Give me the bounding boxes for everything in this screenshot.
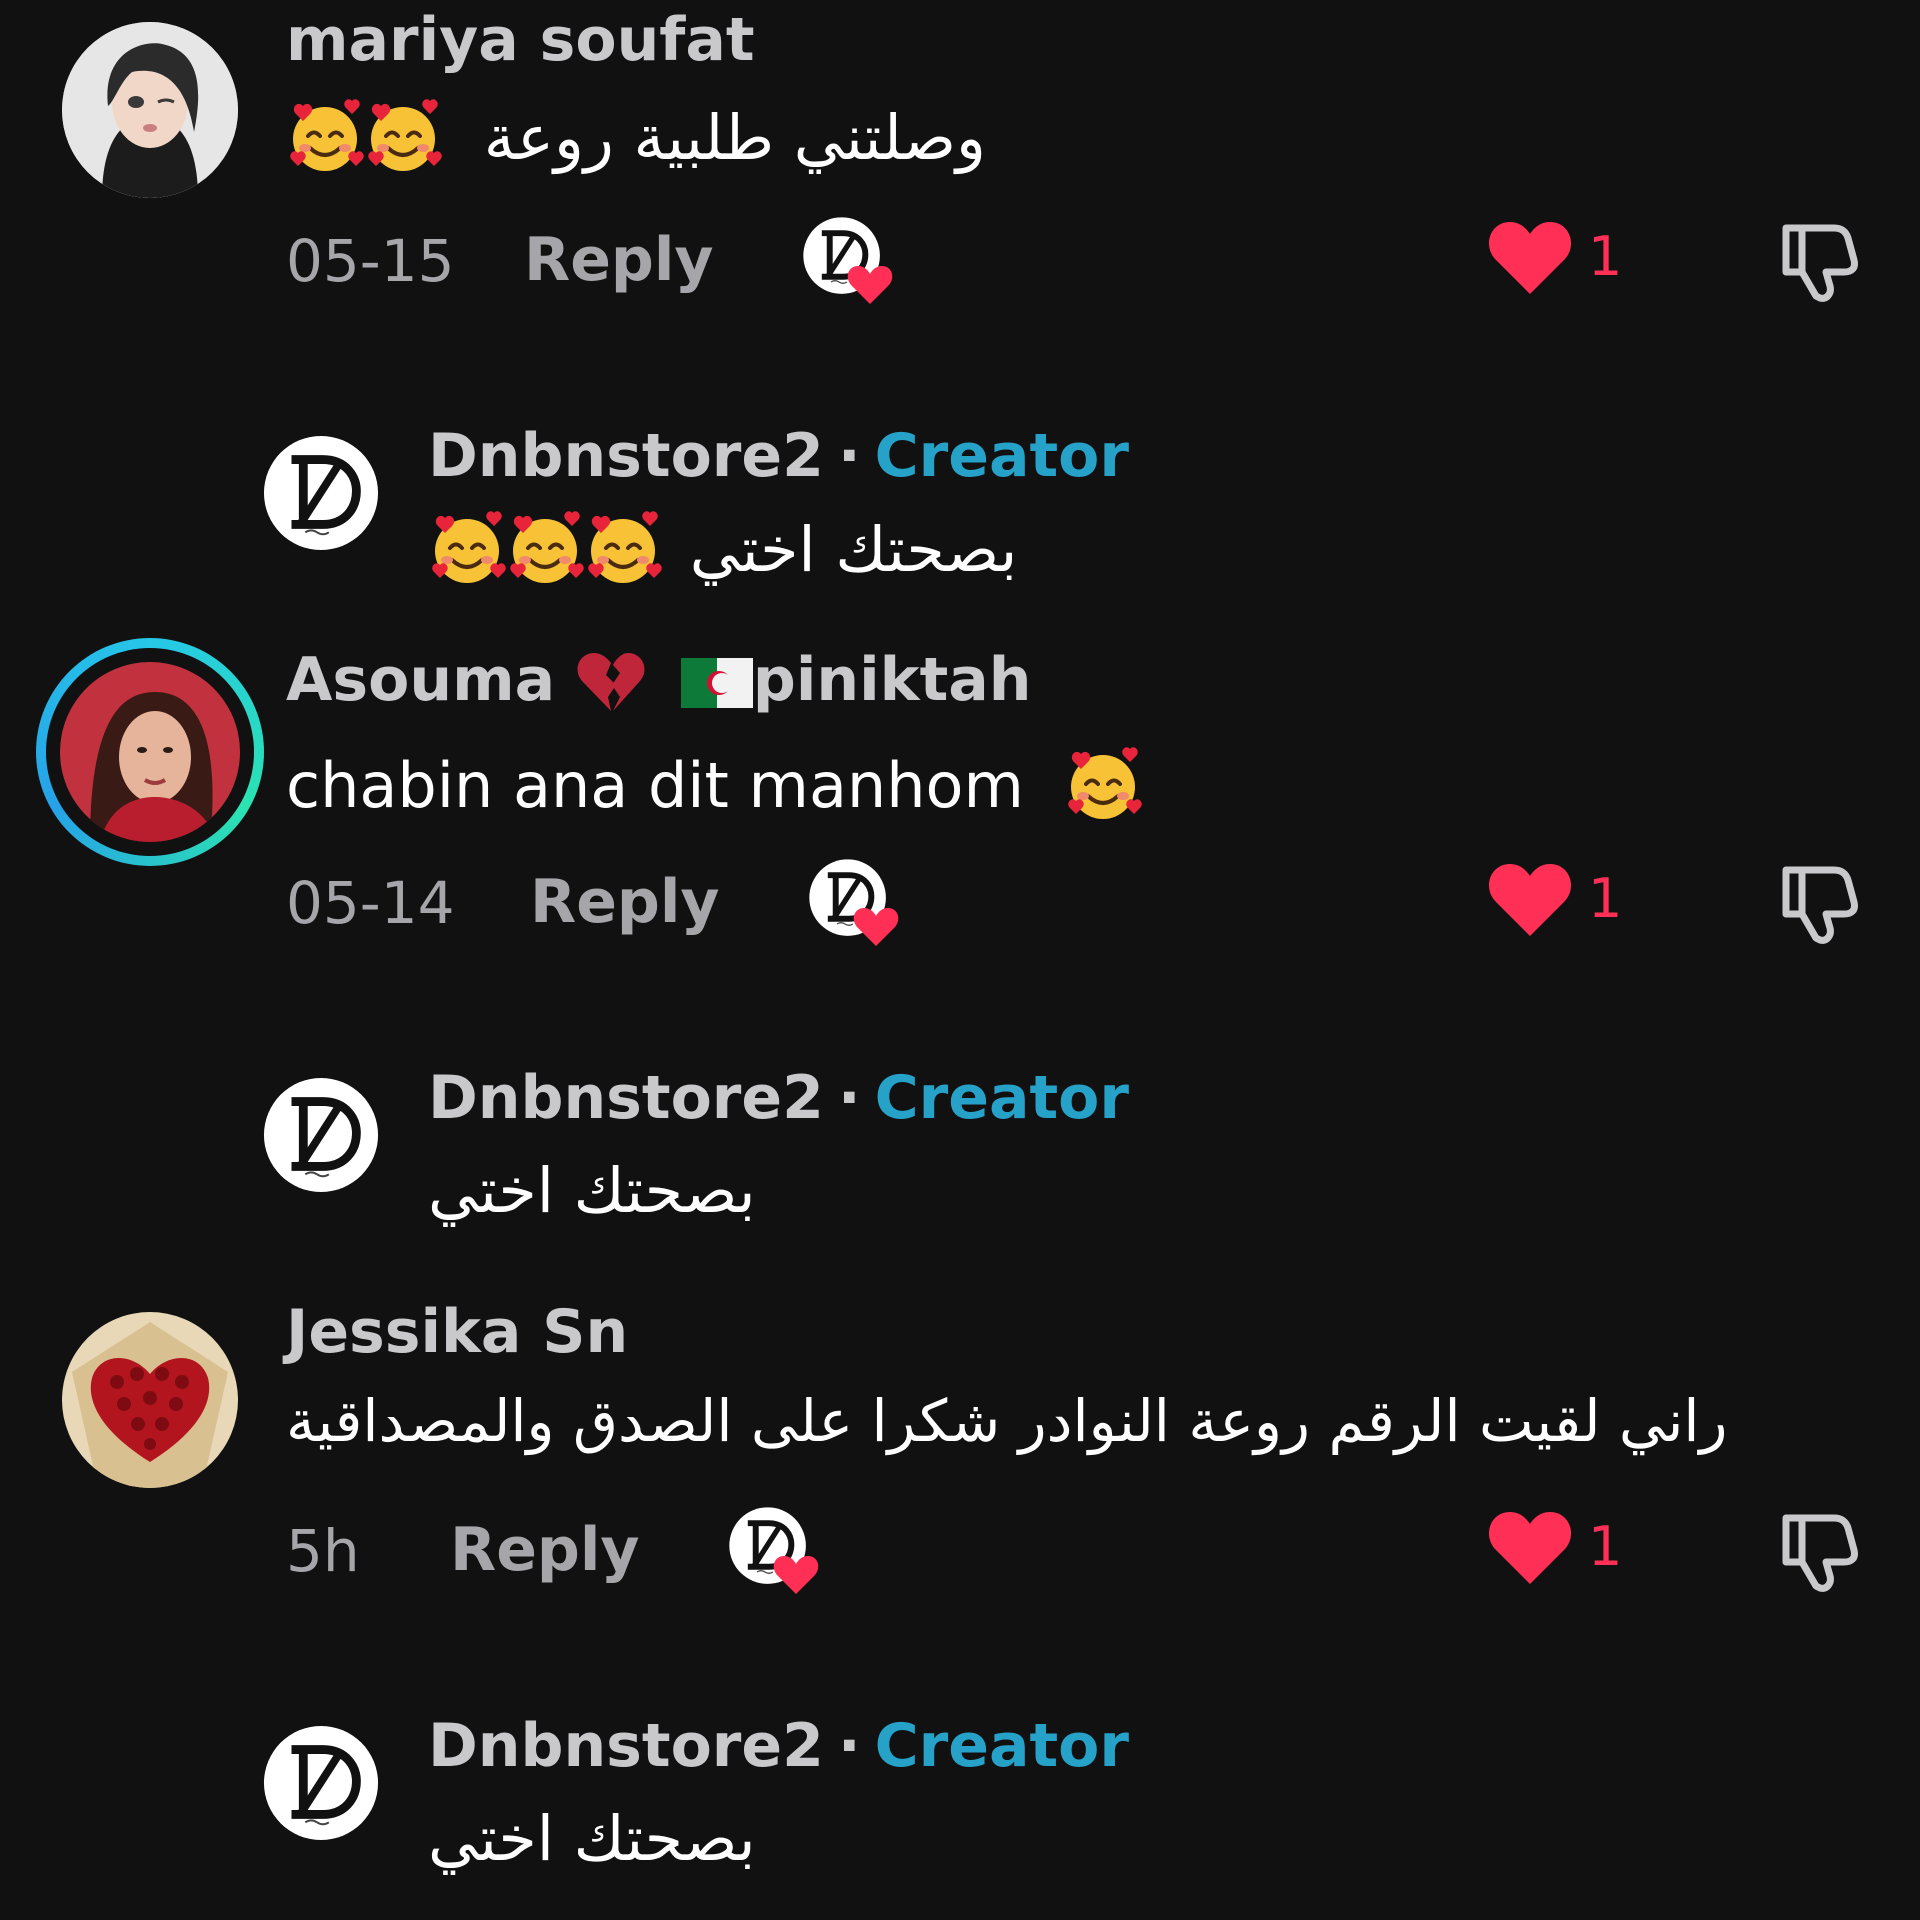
comment-date: 05-14 bbox=[286, 869, 455, 937]
username[interactable]: Asouma piniktah bbox=[286, 650, 1031, 715]
broken-heart-icon bbox=[576, 651, 646, 715]
comment-text-content: بصحتك اختي bbox=[428, 1802, 756, 1875]
username-text: Asouma bbox=[286, 645, 556, 715]
comment-text: راني لقيت الرقم روعة النوادر شكرا على ال… bbox=[286, 1387, 1728, 1455]
username[interactable]: Dnbnstore2 · Creator bbox=[428, 1716, 1129, 1776]
username[interactable]: Jessika Sn bbox=[286, 1302, 628, 1362]
creator-avatar[interactable] bbox=[262, 434, 380, 552]
separator-dot: · bbox=[837, 1063, 861, 1133]
heart-icon bbox=[1488, 220, 1572, 300]
username[interactable]: Dnbnstore2 · Creator bbox=[428, 426, 1129, 486]
username[interactable]: mariya soufat bbox=[286, 10, 755, 70]
creator-badge: Creator bbox=[874, 1063, 1129, 1133]
comment-text-content: بصحتك اختي bbox=[689, 513, 1018, 587]
username-text: Dnbnstore2 bbox=[428, 1711, 824, 1781]
creator-avatar[interactable] bbox=[262, 1076, 380, 1194]
like-button[interactable]: 1 bbox=[1488, 1510, 1628, 1590]
comment-text-content: chabin ana dit manhom bbox=[286, 749, 1024, 823]
comment-date: 05-15 bbox=[286, 227, 455, 295]
avatar bbox=[60, 662, 240, 842]
comment-text: وصلتني طلبية روعة bbox=[286, 98, 986, 186]
reply-button[interactable]: Reply bbox=[524, 230, 714, 290]
smiling-face-with-hearts-icon bbox=[364, 98, 442, 186]
smiling-face-with-hearts-icon bbox=[1064, 746, 1142, 834]
username[interactable]: Dnbnstore2 · Creator bbox=[428, 1068, 1129, 1128]
smiling-face-with-hearts-icon bbox=[428, 510, 506, 598]
comment-text: بصحتك اختي bbox=[428, 1160, 756, 1222]
reply-button[interactable]: Reply bbox=[450, 1520, 640, 1580]
creator-avatar[interactable] bbox=[262, 1724, 380, 1842]
thumbs-down-icon[interactable] bbox=[1772, 214, 1862, 304]
heart-icon bbox=[1488, 862, 1572, 942]
thumbs-down-icon[interactable] bbox=[1772, 856, 1862, 946]
creator-liked-icon bbox=[800, 214, 896, 310]
username-suffix: piniktah bbox=[752, 645, 1032, 715]
creator-liked-icon bbox=[726, 1504, 822, 1600]
avatar[interactable] bbox=[62, 1312, 238, 1488]
comment-text: بصحتك اختي bbox=[428, 510, 1017, 598]
comment-text-content: وصلتني طلبية روعة bbox=[483, 101, 986, 175]
like-button[interactable]: 1 bbox=[1488, 220, 1628, 300]
like-count: 1 bbox=[1588, 867, 1623, 930]
username-text: Dnbnstore2 bbox=[428, 421, 824, 491]
username-text: Dnbnstore2 bbox=[428, 1063, 824, 1133]
creator-badge: Creator bbox=[874, 421, 1129, 491]
smiling-face-with-hearts-icon bbox=[506, 510, 584, 598]
heart-icon bbox=[1488, 1510, 1572, 1590]
thumbs-down-icon[interactable] bbox=[1772, 1504, 1862, 1594]
reply-button[interactable]: Reply bbox=[530, 872, 720, 932]
avatar-story-ring[interactable] bbox=[36, 638, 264, 866]
comment-text: chabin ana dit manhom bbox=[286, 746, 1142, 834]
smiling-face-with-hearts-icon bbox=[286, 98, 364, 186]
creator-liked-icon bbox=[806, 856, 902, 952]
like-count: 1 bbox=[1588, 1515, 1623, 1578]
avatar[interactable] bbox=[62, 22, 238, 198]
separator-dot: · bbox=[837, 1711, 861, 1781]
comment-text: بصحتك اختي bbox=[428, 1808, 756, 1870]
comment-text-content: بصحتك اختي bbox=[428, 1154, 756, 1227]
creator-badge: Creator bbox=[874, 1711, 1129, 1781]
like-button[interactable]: 1 bbox=[1488, 862, 1628, 942]
like-count: 1 bbox=[1588, 225, 1623, 288]
smiling-face-with-hearts-icon bbox=[584, 510, 662, 598]
comment-date: 5h bbox=[286, 1517, 360, 1585]
separator-dot: · bbox=[837, 421, 861, 491]
algeria-flag-icon bbox=[680, 658, 753, 709]
